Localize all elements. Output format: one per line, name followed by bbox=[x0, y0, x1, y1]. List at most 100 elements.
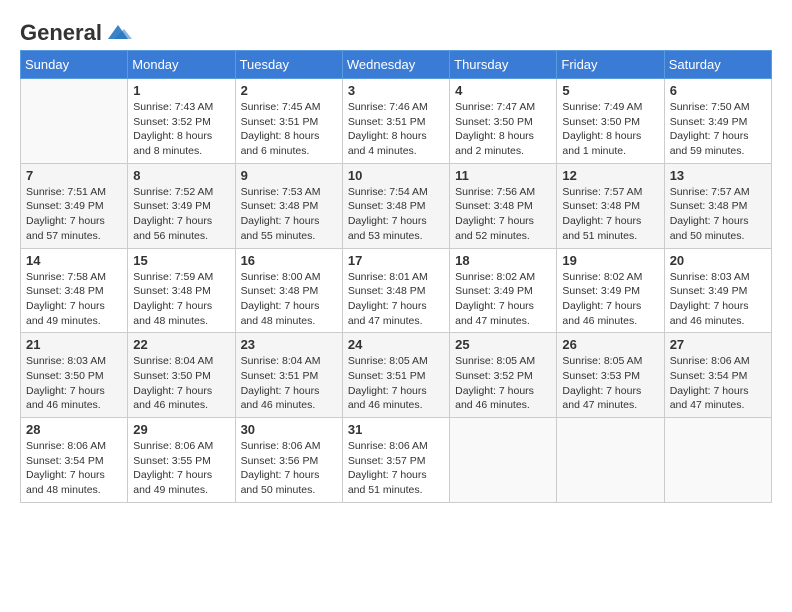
day-info: Sunrise: 7:49 AMSunset: 3:50 PMDaylight:… bbox=[562, 100, 658, 159]
calendar-cell: 27Sunrise: 8:06 AMSunset: 3:54 PMDayligh… bbox=[664, 333, 771, 418]
day-number: 23 bbox=[241, 337, 337, 352]
calendar-week-row: 28Sunrise: 8:06 AMSunset: 3:54 PMDayligh… bbox=[21, 418, 772, 503]
day-info: Sunrise: 7:46 AMSunset: 3:51 PMDaylight:… bbox=[348, 100, 444, 159]
calendar-cell: 6 Sunrise: 7:50 AMSunset: 3:49 PMDaylight… bbox=[664, 79, 771, 164]
weekday-header-wednesday: Wednesday bbox=[342, 51, 449, 79]
calendar-cell: 11 Sunrise: 7:56 AMSunset: 3:48 PMDayligh… bbox=[450, 163, 557, 248]
day-number: 14 bbox=[26, 253, 122, 268]
day-number: 20 bbox=[670, 253, 766, 268]
calendar-cell: 20 Sunrise: 8:03 AMSunset: 3:49 PMDayligh… bbox=[664, 248, 771, 333]
calendar-cell: 23Sunrise: 8:04 AMSunset: 3:51 PMDayligh… bbox=[235, 333, 342, 418]
calendar-cell: 22 Sunrise: 8:04 AMSunset: 3:50 PMDayligh… bbox=[128, 333, 235, 418]
day-info: Sunrise: 7:50 AMSunset: 3:49 PMDaylight:… bbox=[670, 100, 766, 159]
page-header: General bbox=[20, 20, 772, 40]
day-number: 29 bbox=[133, 422, 229, 437]
day-number: 28 bbox=[26, 422, 122, 437]
day-number: 7 bbox=[26, 168, 122, 183]
day-info: Sunrise: 8:00 AMSunset: 3:48 PMDaylight:… bbox=[241, 270, 337, 329]
calendar-cell bbox=[557, 418, 664, 503]
day-number: 18 bbox=[455, 253, 551, 268]
calendar-cell: 15 Sunrise: 7:59 AMSunset: 3:48 PMDayligh… bbox=[128, 248, 235, 333]
calendar-week-row: 7 Sunrise: 7:51 AMSunset: 3:49 PMDaylight… bbox=[21, 163, 772, 248]
calendar-cell: 18 Sunrise: 8:02 AMSunset: 3:49 PMDayligh… bbox=[450, 248, 557, 333]
calendar-cell: 1Sunrise: 7:43 AMSunset: 3:52 PMDaylight… bbox=[128, 79, 235, 164]
day-number: 3 bbox=[348, 83, 444, 98]
day-info: Sunrise: 7:57 AMSunset: 3:48 PMDaylight:… bbox=[562, 185, 658, 244]
day-number: 2 bbox=[241, 83, 337, 98]
calendar-week-row: 1Sunrise: 7:43 AMSunset: 3:52 PMDaylight… bbox=[21, 79, 772, 164]
day-info: Sunrise: 8:02 AMSunset: 3:49 PMDaylight:… bbox=[455, 270, 551, 329]
calendar-cell: 14 Sunrise: 7:58 AMSunset: 3:48 PMDayligh… bbox=[21, 248, 128, 333]
calendar-cell: 24 Sunrise: 8:05 AMSunset: 3:51 PMDayligh… bbox=[342, 333, 449, 418]
day-info: Sunrise: 7:52 AMSunset: 3:49 PMDaylight:… bbox=[133, 185, 229, 244]
calendar-cell: 7 Sunrise: 7:51 AMSunset: 3:49 PMDaylight… bbox=[21, 163, 128, 248]
day-info: Sunrise: 8:06 AMSunset: 3:54 PMDaylight:… bbox=[670, 354, 766, 413]
calendar-cell: 2 Sunrise: 7:45 AMSunset: 3:51 PMDaylight… bbox=[235, 79, 342, 164]
day-info: Sunrise: 8:06 AMSunset: 3:55 PMDaylight:… bbox=[133, 439, 229, 498]
calendar-cell: 9 Sunrise: 7:53 AMSunset: 3:48 PMDaylight… bbox=[235, 163, 342, 248]
day-number: 10 bbox=[348, 168, 444, 183]
day-info: Sunrise: 8:04 AMSunset: 3:50 PMDaylight:… bbox=[133, 354, 229, 413]
calendar-week-row: 21 Sunrise: 8:03 AMSunset: 3:50 PMDayligh… bbox=[21, 333, 772, 418]
day-number: 22 bbox=[133, 337, 229, 352]
calendar-cell: 17 Sunrise: 8:01 AMSunset: 3:48 PMDayligh… bbox=[342, 248, 449, 333]
calendar-week-row: 14 Sunrise: 7:58 AMSunset: 3:48 PMDayligh… bbox=[21, 248, 772, 333]
calendar-cell: 3 Sunrise: 7:46 AMSunset: 3:51 PMDaylight… bbox=[342, 79, 449, 164]
day-info: Sunrise: 8:01 AMSunset: 3:48 PMDaylight:… bbox=[348, 270, 444, 329]
day-info: Sunrise: 7:51 AMSunset: 3:49 PMDaylight:… bbox=[26, 185, 122, 244]
day-number: 17 bbox=[348, 253, 444, 268]
day-number: 15 bbox=[133, 253, 229, 268]
calendar-cell: 31 Sunrise: 8:06 AMSunset: 3:57 PMDayligh… bbox=[342, 418, 449, 503]
calendar-cell: 21 Sunrise: 8:03 AMSunset: 3:50 PMDayligh… bbox=[21, 333, 128, 418]
calendar-cell: 30Sunrise: 8:06 AMSunset: 3:56 PMDayligh… bbox=[235, 418, 342, 503]
day-info: Sunrise: 7:45 AMSunset: 3:51 PMDaylight:… bbox=[241, 100, 337, 159]
calendar-cell: 12 Sunrise: 7:57 AMSunset: 3:48 PMDayligh… bbox=[557, 163, 664, 248]
weekday-header-monday: Monday bbox=[128, 51, 235, 79]
calendar-cell bbox=[664, 418, 771, 503]
day-info: Sunrise: 7:59 AMSunset: 3:48 PMDaylight:… bbox=[133, 270, 229, 329]
day-info: Sunrise: 7:54 AMSunset: 3:48 PMDaylight:… bbox=[348, 185, 444, 244]
calendar-cell bbox=[450, 418, 557, 503]
day-number: 16 bbox=[241, 253, 337, 268]
weekday-header-sunday: Sunday bbox=[21, 51, 128, 79]
day-number: 11 bbox=[455, 168, 551, 183]
calendar-header-row: SundayMondayTuesdayWednesdayThursdayFrid… bbox=[21, 51, 772, 79]
weekday-header-friday: Friday bbox=[557, 51, 664, 79]
weekday-header-saturday: Saturday bbox=[664, 51, 771, 79]
day-number: 25 bbox=[455, 337, 551, 352]
logo-icon bbox=[104, 23, 132, 43]
calendar-cell: 26 Sunrise: 8:05 AMSunset: 3:53 PMDayligh… bbox=[557, 333, 664, 418]
calendar-cell: 4 Sunrise: 7:47 AMSunset: 3:50 PMDaylight… bbox=[450, 79, 557, 164]
day-number: 4 bbox=[455, 83, 551, 98]
day-info: Sunrise: 8:03 AMSunset: 3:49 PMDaylight:… bbox=[670, 270, 766, 329]
calendar-cell: 29 Sunrise: 8:06 AMSunset: 3:55 PMDayligh… bbox=[128, 418, 235, 503]
day-info: Sunrise: 7:56 AMSunset: 3:48 PMDaylight:… bbox=[455, 185, 551, 244]
day-number: 9 bbox=[241, 168, 337, 183]
day-number: 31 bbox=[348, 422, 444, 437]
calendar-cell bbox=[21, 79, 128, 164]
calendar-cell: 19 Sunrise: 8:02 AMSunset: 3:49 PMDayligh… bbox=[557, 248, 664, 333]
weekday-header-tuesday: Tuesday bbox=[235, 51, 342, 79]
day-info: Sunrise: 8:05 AMSunset: 3:51 PMDaylight:… bbox=[348, 354, 444, 413]
day-info: Sunrise: 8:02 AMSunset: 3:49 PMDaylight:… bbox=[562, 270, 658, 329]
day-number: 19 bbox=[562, 253, 658, 268]
logo: General bbox=[20, 20, 132, 40]
day-info: Sunrise: 7:53 AMSunset: 3:48 PMDaylight:… bbox=[241, 185, 337, 244]
day-info: Sunrise: 8:05 AMSunset: 3:52 PMDaylight:… bbox=[455, 354, 551, 413]
day-info: Sunrise: 8:03 AMSunset: 3:50 PMDaylight:… bbox=[26, 354, 122, 413]
day-number: 24 bbox=[348, 337, 444, 352]
day-number: 21 bbox=[26, 337, 122, 352]
calendar-cell: 13 Sunrise: 7:57 AMSunset: 3:48 PMDayligh… bbox=[664, 163, 771, 248]
day-number: 13 bbox=[670, 168, 766, 183]
day-number: 6 bbox=[670, 83, 766, 98]
calendar-cell: 5Sunrise: 7:49 AMSunset: 3:50 PMDaylight… bbox=[557, 79, 664, 164]
day-number: 12 bbox=[562, 168, 658, 183]
day-info: Sunrise: 8:06 AMSunset: 3:57 PMDaylight:… bbox=[348, 439, 444, 498]
day-number: 30 bbox=[241, 422, 337, 437]
day-number: 26 bbox=[562, 337, 658, 352]
day-info: Sunrise: 7:47 AMSunset: 3:50 PMDaylight:… bbox=[455, 100, 551, 159]
day-info: Sunrise: 7:58 AMSunset: 3:48 PMDaylight:… bbox=[26, 270, 122, 329]
day-info: Sunrise: 8:05 AMSunset: 3:53 PMDaylight:… bbox=[562, 354, 658, 413]
calendar-cell: 25 Sunrise: 8:05 AMSunset: 3:52 PMDayligh… bbox=[450, 333, 557, 418]
day-info: Sunrise: 7:57 AMSunset: 3:48 PMDaylight:… bbox=[670, 185, 766, 244]
